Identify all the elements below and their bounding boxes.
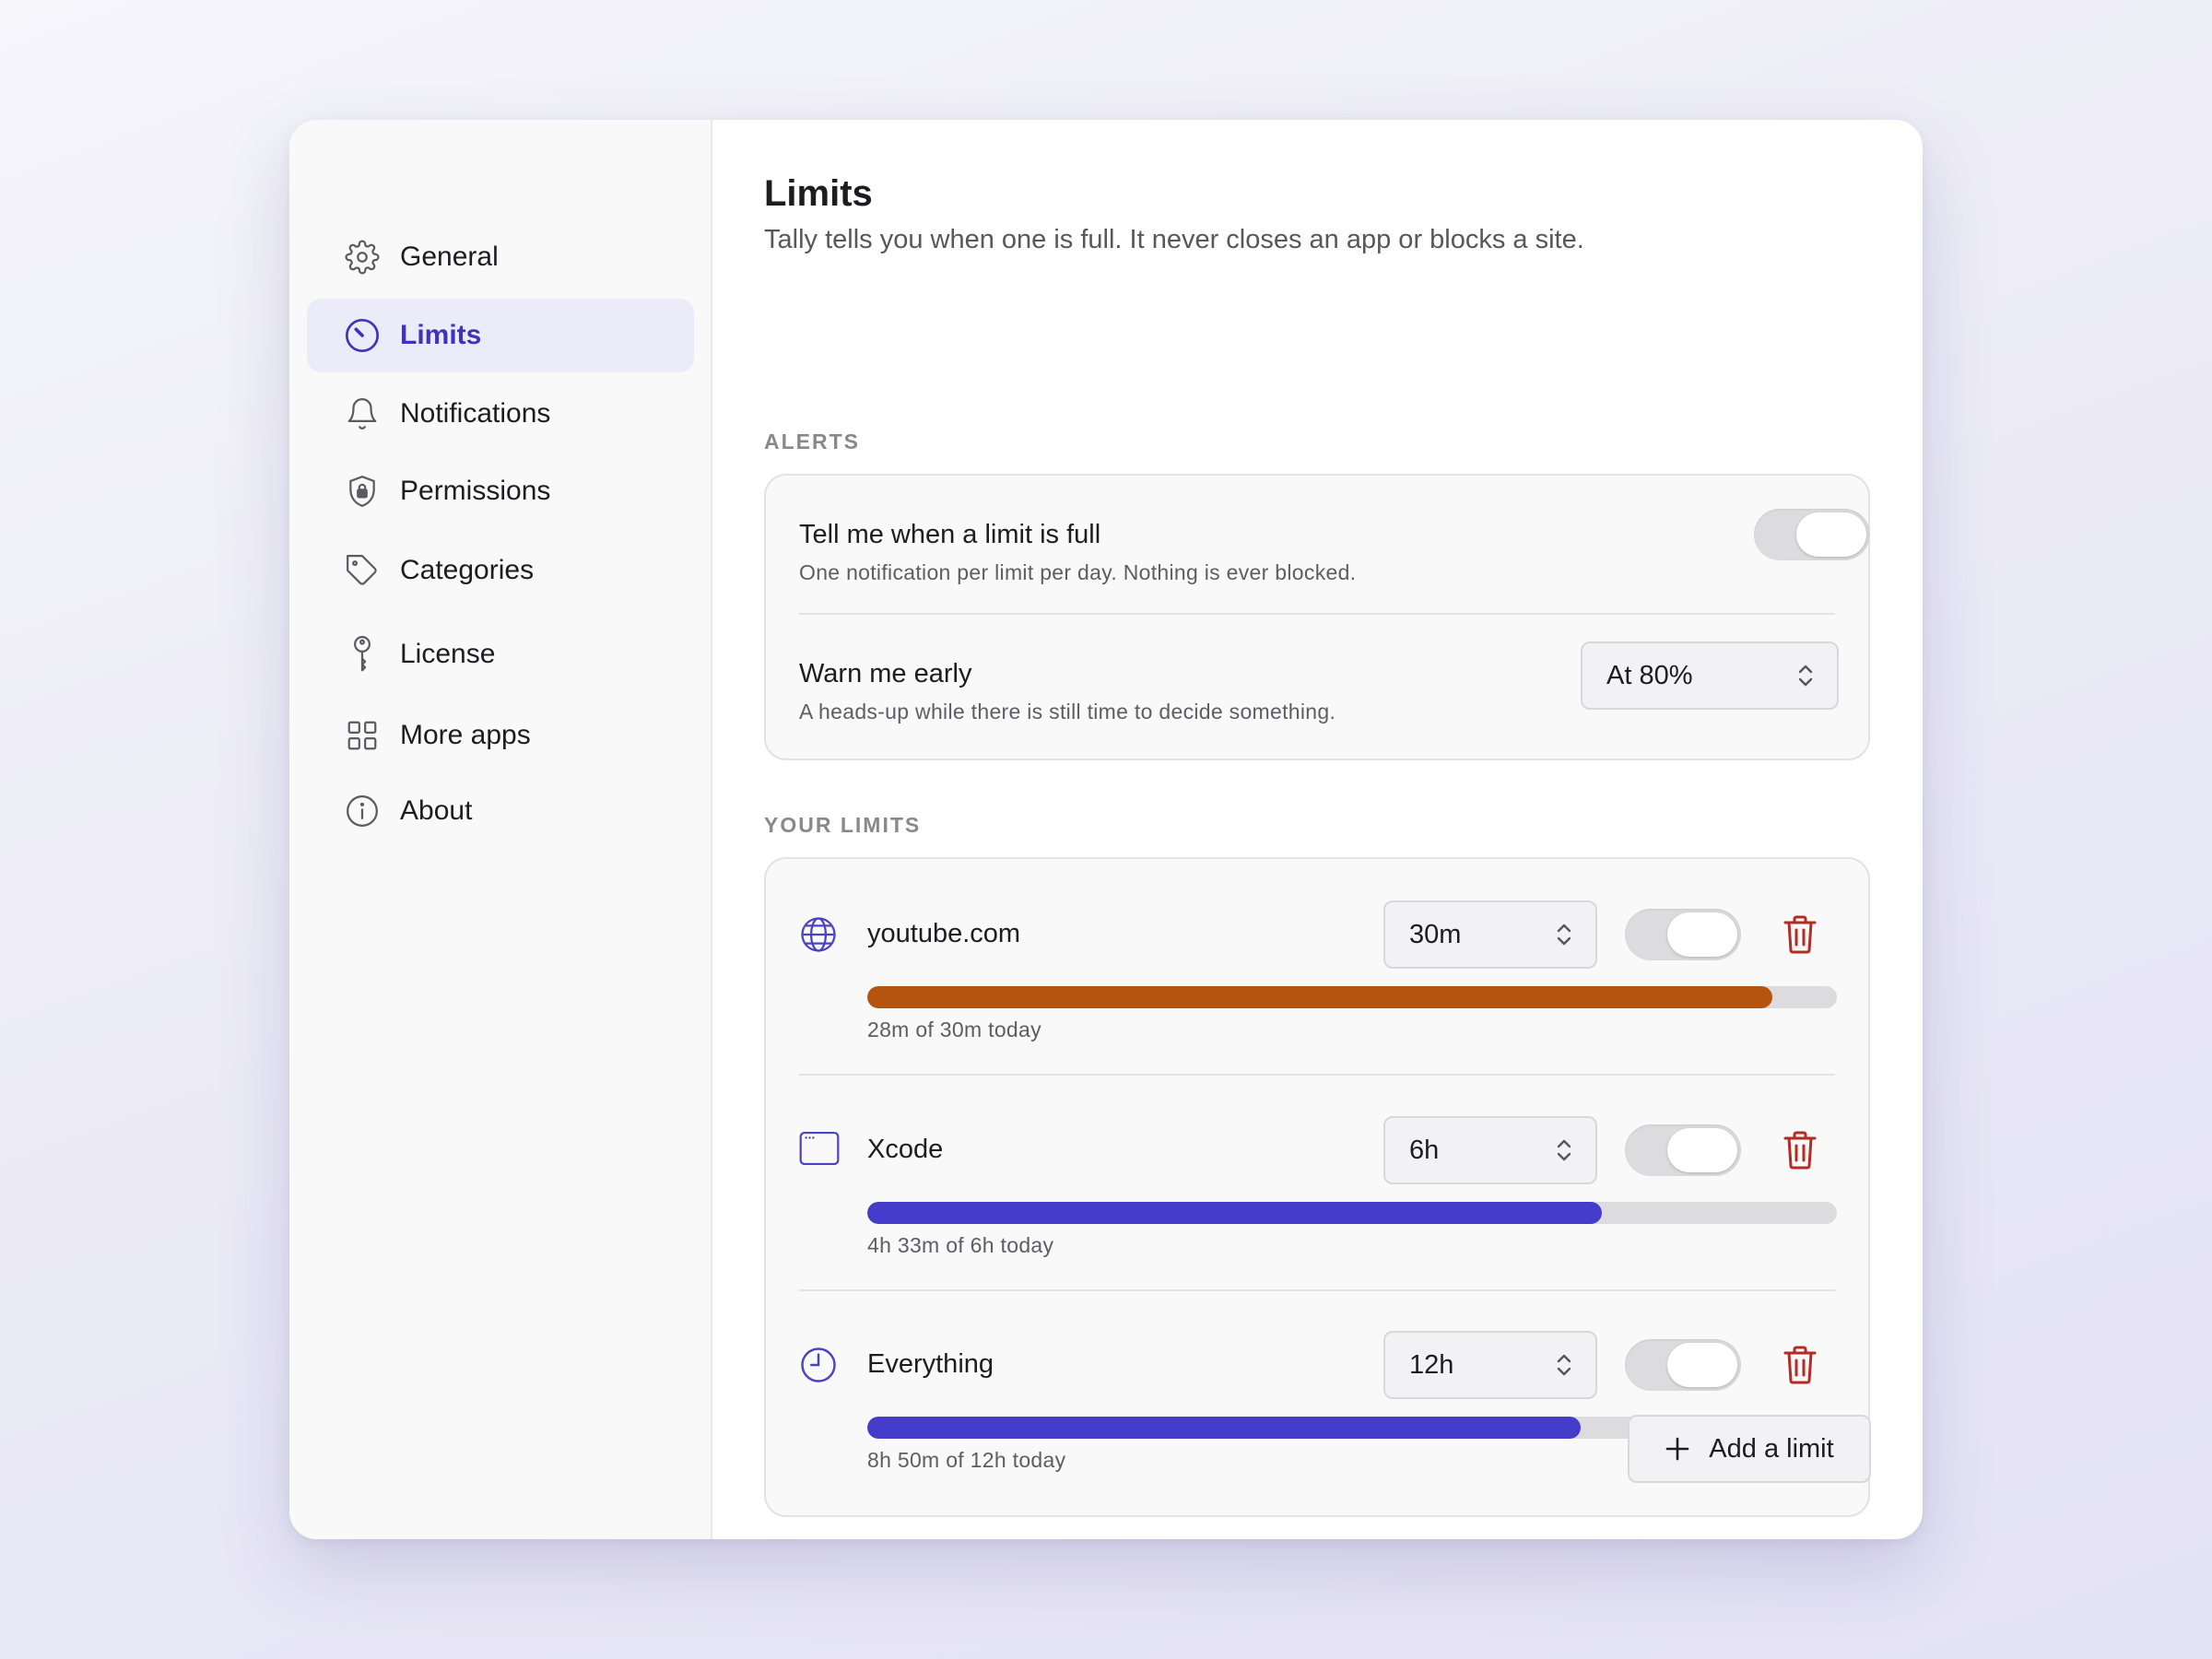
usage-text: 4h 33m of 6h today (867, 1233, 1054, 1257)
sidebar-item-more-apps[interactable]: More apps (307, 699, 694, 772)
limit-duration-stepper[interactable]: 6h (1383, 1116, 1597, 1184)
clock-icon (799, 1346, 838, 1384)
usage-progress-fill (867, 1417, 1582, 1439)
bell-icon (344, 395, 381, 432)
plus-icon (1665, 1437, 1689, 1461)
tag-icon (344, 552, 381, 589)
settings-window: General Limits Notifications Permissions Cat… (289, 120, 1923, 1539)
notify-full-description: One notification per limit per day. Noth… (799, 560, 1357, 584)
limit-duration-stepper[interactable]: 12h (1383, 1331, 1597, 1399)
gear-icon (344, 239, 381, 276)
gauge-icon (344, 317, 381, 354)
sidebar-item-label: Categories (400, 555, 535, 585)
limit-row: youtube.com 30m 28m of 30m today (766, 859, 1868, 1074)
page-title: Limits (764, 173, 873, 214)
limit-duration-value: 30m (1409, 919, 1462, 949)
sidebar-item-notifications[interactable]: Notifications (307, 377, 694, 451)
divider (799, 613, 1835, 615)
sidebar-item-label: Limits (400, 320, 482, 350)
alerts-card: Tell me when a limit is full One notific… (764, 474, 1870, 760)
sidebar-item-permissions[interactable]: Permissions (307, 454, 694, 528)
limit-name: youtube.com (867, 919, 1021, 948)
limit-enabled-toggle[interactable] (1625, 909, 1741, 960)
sidebar-item-label: Notifications (400, 398, 551, 429)
chevron-up-down-icon (1557, 924, 1571, 946)
main-content: Limits Tally tells you when one is full.… (712, 120, 1923, 1539)
section-label-alerts: ALERTS (764, 429, 860, 453)
info-icon (344, 793, 381, 830)
usage-text: 8h 50m of 12h today (867, 1448, 1066, 1472)
sidebar-item-label: General (400, 241, 499, 272)
trash-icon[interactable] (1782, 1344, 1818, 1384)
key-icon (344, 636, 381, 673)
sidebar-item-label: About (400, 795, 473, 826)
usage-progress-bar (867, 1202, 1837, 1224)
trash-icon[interactable] (1782, 913, 1818, 954)
limit-name: Xcode (867, 1135, 944, 1164)
warn-early-title: Warn me early (799, 659, 972, 688)
chevron-up-down-icon (1557, 1139, 1571, 1161)
trash-icon[interactable] (1782, 1129, 1818, 1170)
limit-duration-value: 6h (1409, 1135, 1440, 1165)
limit-row: Xcode 6h 4h 33m of 6h today (766, 1075, 1868, 1289)
limit-name: Everything (867, 1349, 994, 1379)
chevron-up-down-icon (1798, 665, 1813, 687)
sidebar-item-label: License (400, 639, 496, 669)
sidebar-item-limits[interactable]: Limits (307, 299, 694, 372)
usage-progress-bar (867, 986, 1837, 1008)
add-limit-label: Add a limit (1709, 1433, 1834, 1464)
limit-duration-stepper[interactable]: 30m (1383, 900, 1597, 969)
sidebar: General Limits Notifications Permissions Cat… (289, 120, 712, 1539)
sidebar-item-categories[interactable]: Categories (307, 534, 694, 607)
notify-full-toggle[interactable] (1754, 509, 1870, 560)
sidebar-item-general[interactable]: General (307, 220, 694, 294)
usage-progress-fill (867, 986, 1772, 1008)
notify-full-title: Tell me when a limit is full (799, 520, 1101, 549)
shield-icon (344, 473, 381, 510)
toggle-knob (1667, 912, 1737, 957)
toggle-knob (1667, 1128, 1737, 1172)
grid-icon (344, 717, 381, 754)
limit-enabled-toggle[interactable] (1625, 1124, 1741, 1176)
sidebar-item-label: Permissions (400, 476, 551, 506)
globe-icon (799, 915, 838, 954)
add-limit-button[interactable]: Add a limit (1628, 1415, 1871, 1483)
page-subtitle: Tally tells you when one is full. It nev… (764, 225, 1584, 254)
limit-duration-value: 12h (1409, 1349, 1454, 1380)
toggle-knob (1796, 512, 1866, 557)
usage-text: 28m of 30m today (867, 1018, 1041, 1041)
sidebar-item-about[interactable]: About (307, 774, 694, 848)
toggle-knob (1667, 1343, 1737, 1387)
usage-progress-fill (867, 1202, 1603, 1224)
sidebar-item-label: More apps (400, 720, 531, 750)
section-label-your-limits: YOUR LIMITS (764, 813, 922, 837)
warn-early-description: A heads-up while there is still time to … (799, 700, 1336, 724)
limit-enabled-toggle[interactable] (1625, 1339, 1741, 1391)
warn-early-stepper[interactable]: At 80% (1581, 641, 1839, 710)
sidebar-item-license[interactable]: License (307, 618, 694, 691)
chevron-up-down-icon (1557, 1354, 1571, 1376)
app-window-icon (799, 1131, 840, 1170)
warn-early-value: At 80% (1606, 660, 1693, 690)
